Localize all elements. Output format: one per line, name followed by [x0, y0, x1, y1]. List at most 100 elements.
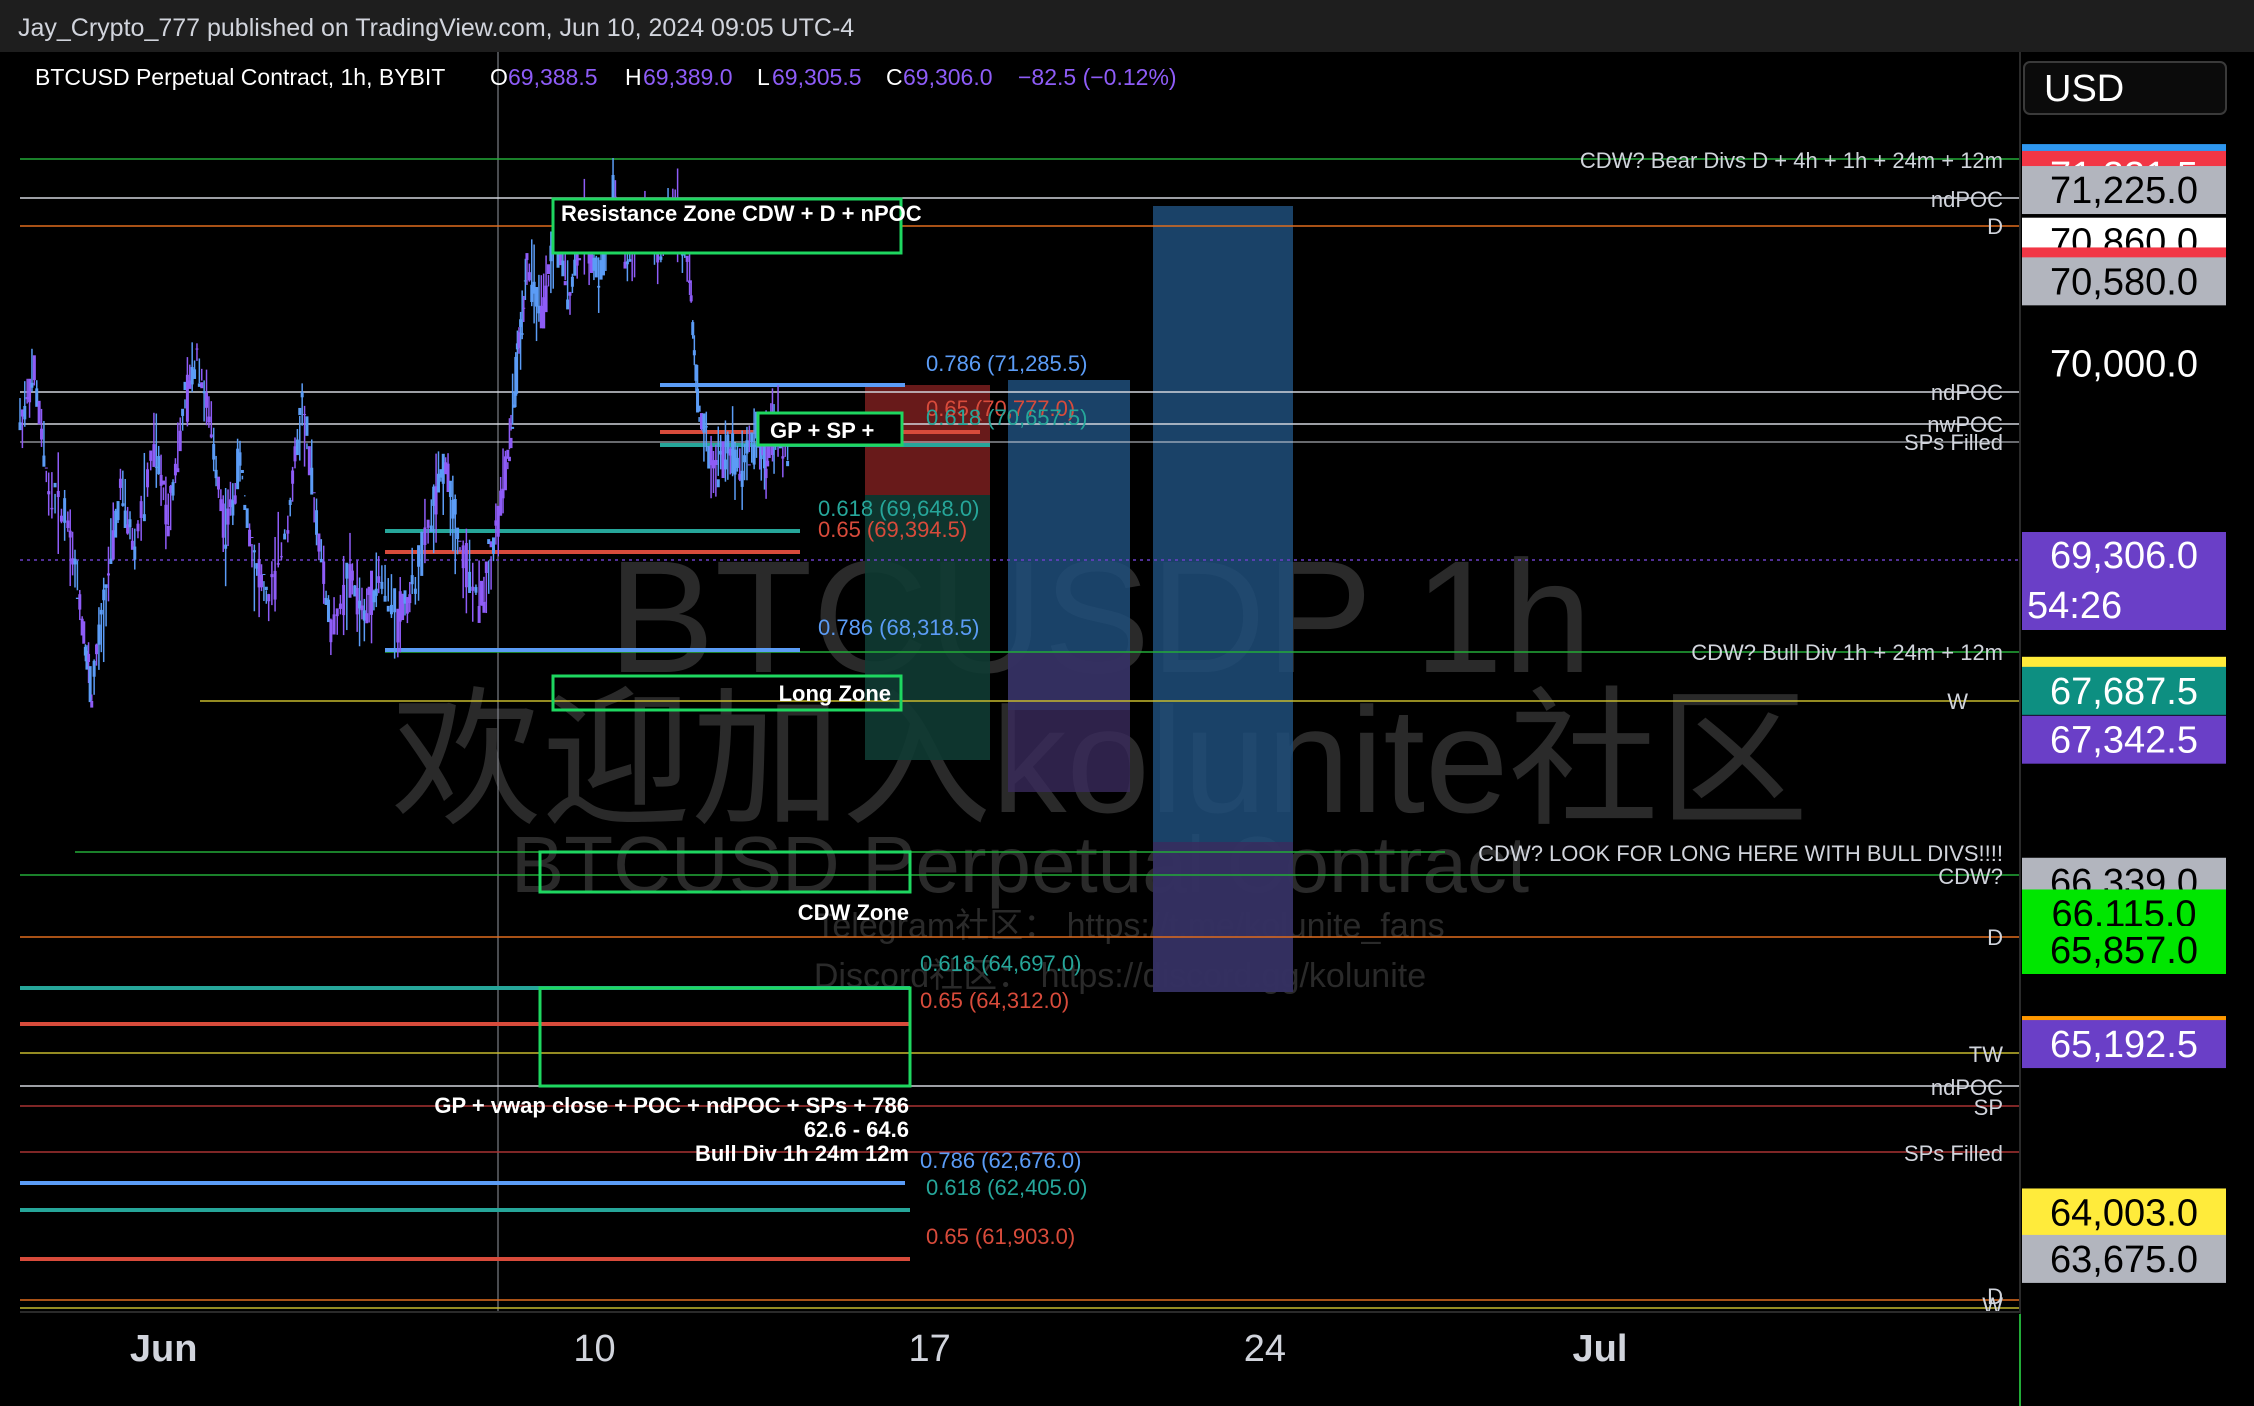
candle-body — [507, 456, 511, 462]
candle-body — [161, 480, 165, 485]
candle-body — [329, 619, 333, 643]
watermark-telegram: Telegram社区： https://t.me/kolunite_fans — [815, 907, 1444, 945]
candle-body — [78, 594, 82, 610]
fib-label: 0.65 (64,312.0) — [920, 988, 1069, 1013]
candle-body — [209, 434, 213, 438]
candle-body — [522, 307, 526, 309]
candle-body — [570, 276, 574, 287]
candle-body — [298, 407, 302, 416]
candle-body — [207, 416, 211, 423]
currency-button[interactable]: USD — [2023, 61, 2227, 115]
candle-body — [205, 392, 209, 408]
close-label: C — [886, 64, 903, 90]
candle-body — [702, 413, 706, 433]
candle-body — [723, 459, 727, 470]
fib-label: 0.618 (62,405.0) — [926, 1175, 1087, 1200]
change-value: −82.5 (−0.12%) — [1018, 64, 1177, 90]
currency-label: USD — [2044, 68, 2124, 110]
candle-body — [50, 507, 54, 510]
candle-body — [471, 586, 475, 591]
candle-body — [377, 576, 381, 583]
candle-body — [240, 469, 244, 473]
level-label: SP — [1974, 1095, 2003, 1120]
candle-body — [270, 574, 274, 578]
candle-body — [484, 561, 488, 574]
candle-body — [224, 544, 228, 549]
level-label: D — [1987, 925, 2003, 950]
candle-body — [520, 333, 524, 335]
fib-label: 0.786 (62,676.0) — [920, 1148, 1081, 1173]
candle-body — [149, 450, 153, 461]
candle-body — [44, 467, 48, 469]
candle-body — [216, 476, 220, 490]
candle-body — [714, 459, 718, 466]
candle-body — [386, 605, 390, 612]
candle-body — [566, 299, 570, 310]
candle-body — [157, 456, 161, 475]
price-tag: 70,580.0 — [2022, 257, 2226, 306]
candle-body — [453, 499, 457, 515]
candle-body — [53, 482, 57, 488]
time-tick-label: 17 — [909, 1328, 951, 1370]
projection-box-right-low — [1153, 842, 1293, 992]
candle-body — [59, 515, 63, 522]
close-value: 69,306.0 — [903, 64, 993, 90]
publish-bar: Jay_Crypto_777 published on TradingView.… — [0, 0, 2254, 53]
candle-body — [28, 378, 32, 403]
price-tag-label: 64,003.0 — [2050, 1192, 2198, 1234]
level-label: CDW? — [1938, 864, 2003, 889]
candle-body — [248, 529, 252, 547]
candle-body — [408, 594, 412, 604]
candle-body — [735, 457, 739, 468]
time-axis[interactable] — [0, 1312, 2020, 1406]
candle-body — [338, 603, 342, 609]
candle-body — [252, 550, 256, 553]
candle-body — [420, 532, 424, 576]
price-tag: 71,225.0 — [2022, 166, 2226, 215]
candle-body — [164, 504, 168, 525]
candle-body — [750, 432, 754, 443]
candle-body — [92, 660, 96, 677]
candle-body — [350, 570, 354, 581]
candle-body — [142, 514, 146, 522]
candle-body — [300, 391, 304, 398]
candle-body — [764, 468, 768, 479]
price-chart[interactable]: BTCUSDP 1h 欢迎加入kolunite社区 BTCUSD Perpetu… — [0, 52, 2254, 1406]
candle-body — [66, 520, 70, 529]
candle-body — [121, 503, 125, 506]
candle-body — [511, 426, 515, 429]
candle-body — [104, 584, 108, 588]
candle-body — [250, 537, 254, 539]
projection-box-mid-low — [1008, 652, 1130, 792]
candle-body — [97, 624, 101, 645]
fib-label: 0.786 (68,318.5) — [818, 615, 979, 640]
candle-body — [535, 287, 539, 307]
candle-body — [82, 621, 86, 644]
candle-body — [474, 587, 478, 593]
watermark-sub: BTCUSD Perpetual Contract — [511, 820, 1529, 909]
level-label: W — [1947, 689, 1968, 714]
candle-body — [312, 492, 316, 494]
candle-body — [303, 414, 307, 416]
candle-body — [56, 490, 60, 498]
candle-body — [326, 599, 330, 623]
fib-label: 0.618 (64,697.0) — [920, 951, 1081, 976]
candle-body — [563, 281, 567, 286]
candle-body — [30, 382, 34, 388]
candle-body — [106, 573, 110, 576]
bull-div-label: Bull Div 1h 24m 12m — [695, 1141, 909, 1166]
level-label: TW — [1969, 1042, 2003, 1067]
candle-body — [594, 257, 598, 278]
price-tag-label: 70,580.0 — [2050, 261, 2198, 303]
candle-body — [393, 588, 397, 613]
candle-body — [116, 501, 120, 521]
fib-label: 0.65 (61,903.0) — [926, 1224, 1075, 1249]
candle-body — [87, 653, 91, 662]
candle-body — [279, 556, 283, 558]
candle-body — [178, 430, 182, 452]
candle-body — [305, 416, 309, 436]
candle-body — [95, 644, 99, 655]
candle-body — [482, 601, 486, 613]
candle-body — [322, 561, 326, 584]
fib-label: 0.786 (71,285.5) — [926, 351, 1087, 376]
